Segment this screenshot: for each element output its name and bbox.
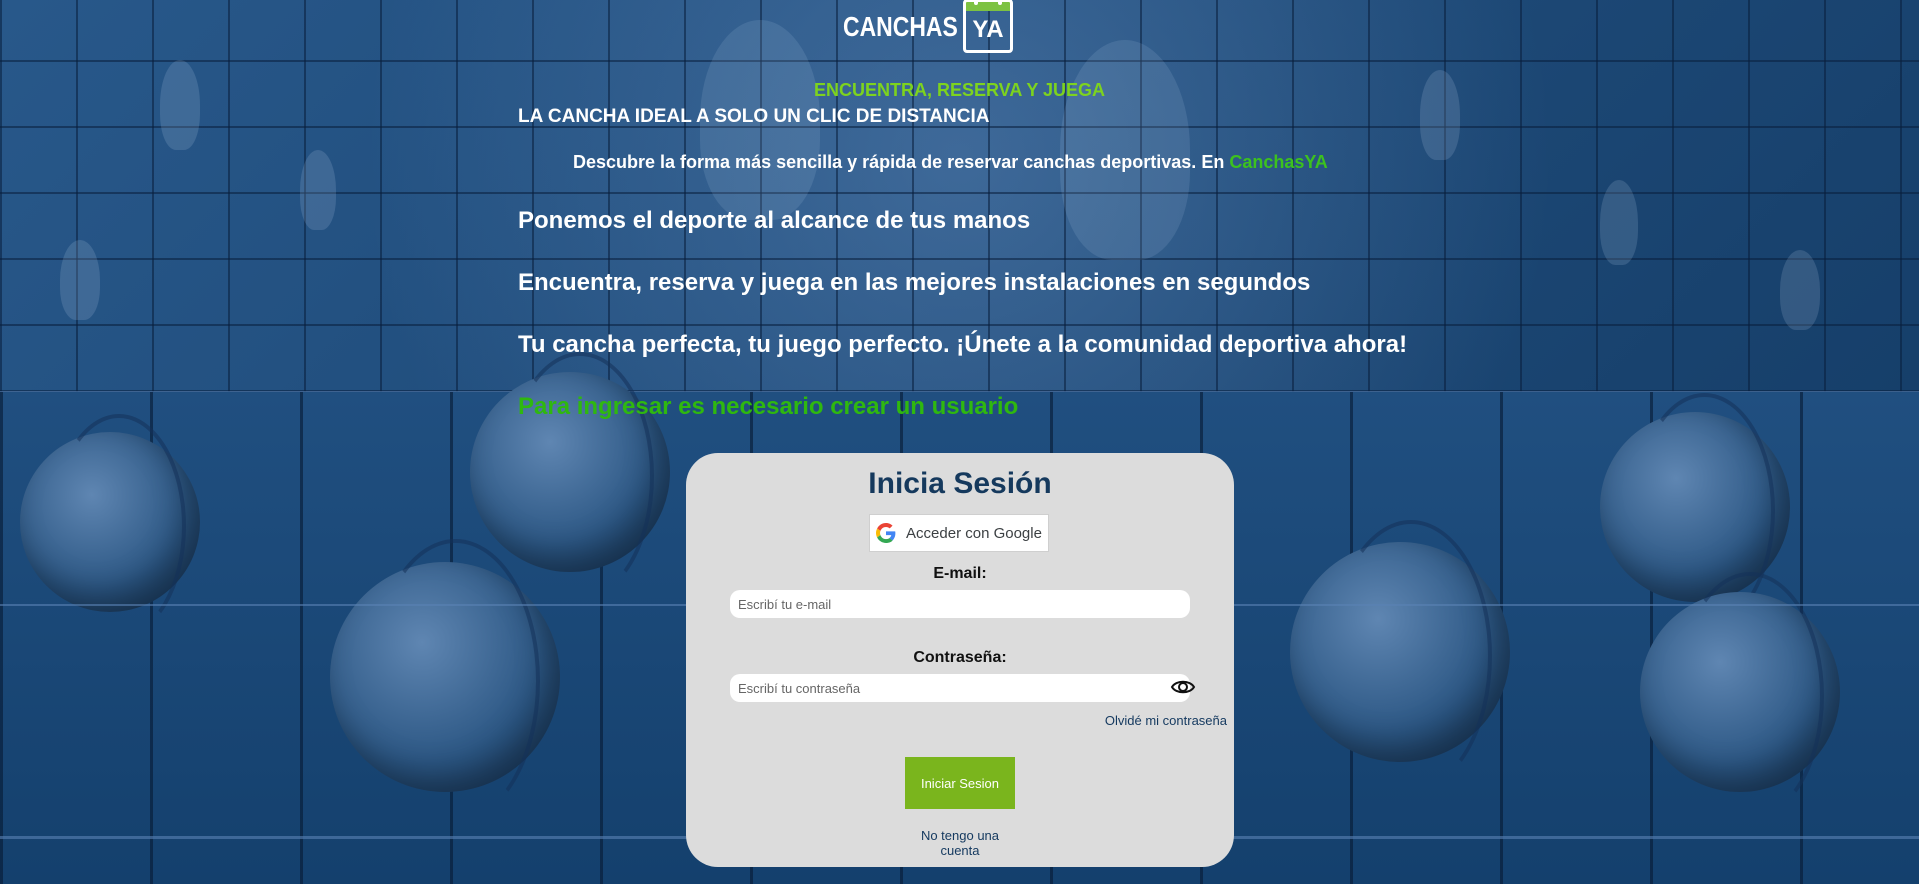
- headline-1: Ponemos el deporte al alcance de tus man…: [518, 207, 1031, 234]
- tagline-green: ENCUENTRA, RESERVA Y JUEGA: [813, 80, 1106, 100]
- eye-icon[interactable]: [1170, 676, 1196, 698]
- google-sign-in-button[interactable]: Acceder con Google: [869, 514, 1049, 552]
- google-button-label: Acceder con Google: [906, 524, 1042, 542]
- password-field-wrapper: [730, 674, 1196, 702]
- logo-badge-text: YA: [972, 16, 1004, 43]
- register-link[interactable]: No tengo una cuenta: [910, 828, 1010, 858]
- logo-text: CANCHAS: [843, 11, 958, 42]
- headline-2: Encuentra, reserva y juega en las mejore…: [518, 269, 1311, 296]
- login-submit-button[interactable]: Iniciar Sesion: [905, 757, 1015, 809]
- login-title: Inicia Sesión: [868, 467, 1052, 500]
- google-icon: [876, 523, 896, 543]
- forgot-password-link[interactable]: Olvidé mi contraseña: [1105, 713, 1227, 728]
- intro-brand: CanchasYA: [1229, 152, 1328, 172]
- password-label: Contraseña:: [913, 649, 1007, 666]
- email-field-wrapper: [730, 590, 1190, 618]
- canchasya-logo[interactable]: CANCHAS YA: [843, 0, 1013, 54]
- intro-text: Descubre la forma más sencilla y rápida …: [573, 152, 1328, 173]
- calendar-icon: YA: [963, 0, 1013, 53]
- email-label: E-mail:: [933, 565, 987, 582]
- tagline-white: LA CANCHA IDEAL A SOLO UN CLIC DE DISTAN…: [518, 106, 990, 127]
- signup-notice: Para ingresar es necesario crear un usua…: [518, 393, 1019, 420]
- email-field[interactable]: [730, 596, 1190, 612]
- password-field[interactable]: [730, 680, 1190, 696]
- headline-3: Tu cancha perfecta, tu juego perfecto. ¡…: [518, 331, 1408, 358]
- intro-copy: Descubre la forma más sencilla y rápida …: [573, 152, 1230, 172]
- login-card: Inicia Sesión Acceder con Google E-mail:…: [686, 453, 1234, 867]
